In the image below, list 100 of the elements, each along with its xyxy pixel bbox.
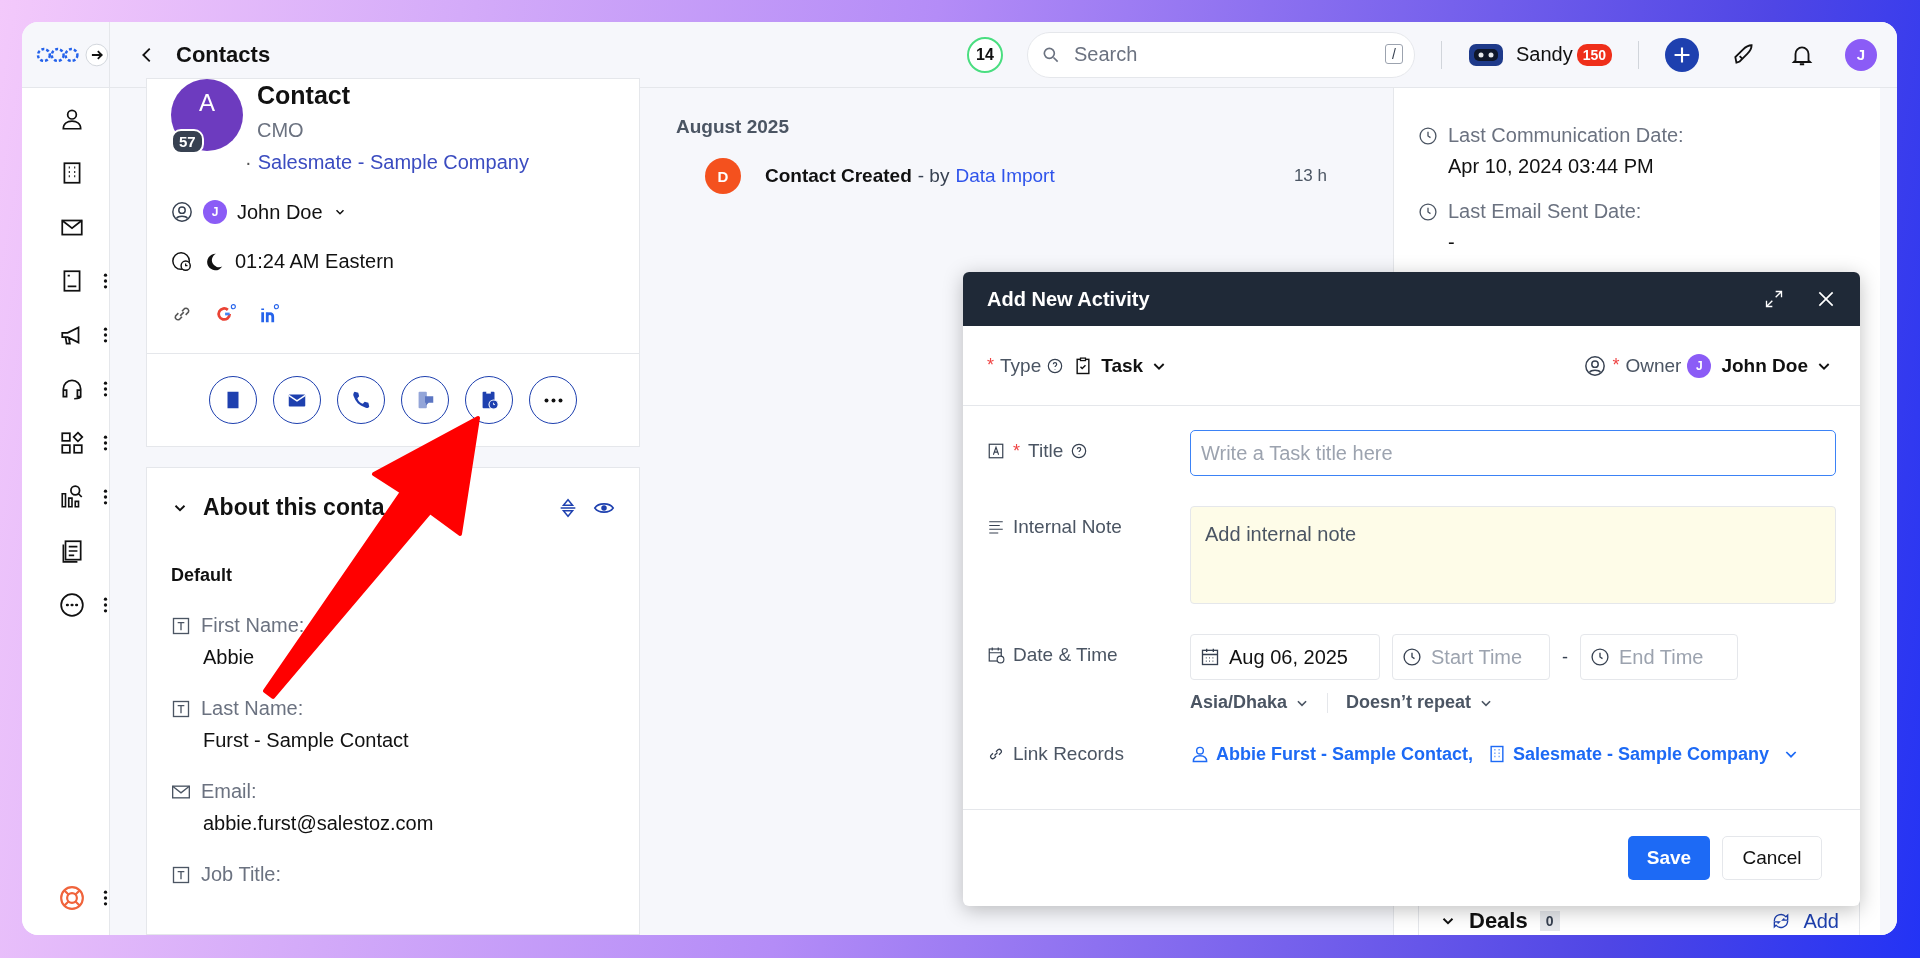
owner-label: Owner bbox=[1625, 354, 1682, 377]
owner-avatar: J bbox=[203, 200, 227, 224]
task-action-button[interactable] bbox=[465, 376, 513, 424]
section-title[interactable]: About this conta bbox=[203, 494, 385, 521]
internal-note-field[interactable]: Add internal note bbox=[1190, 506, 1836, 604]
clock-icon bbox=[1418, 125, 1438, 146]
date-field[interactable]: Aug 06, 2025 bbox=[1190, 634, 1380, 680]
more-icon bbox=[543, 397, 563, 403]
detail-label: Last Email Sent Date: bbox=[1448, 200, 1642, 223]
separator-dot: · bbox=[245, 151, 252, 174]
apps-icon[interactable] bbox=[59, 430, 85, 456]
section-title[interactable]: Deals bbox=[1469, 908, 1528, 934]
calendar-icon bbox=[1200, 647, 1220, 667]
user-circle-icon bbox=[1584, 354, 1607, 377]
event-time: 13 h bbox=[1293, 166, 1327, 186]
required-mark: * bbox=[1013, 440, 1020, 462]
points-badge: 150 bbox=[1576, 43, 1612, 66]
range-separator: - bbox=[1562, 646, 1568, 668]
email-action-button[interactable] bbox=[273, 376, 321, 424]
kebab-menu-icon[interactable] bbox=[103, 380, 108, 398]
close-icon[interactable] bbox=[1816, 289, 1836, 309]
add-link[interactable]: Add bbox=[1803, 909, 1839, 933]
type-label: Type bbox=[1000, 354, 1042, 377]
event-title: Contact Created bbox=[765, 165, 912, 187]
event-source-link[interactable]: Data Import bbox=[955, 165, 1055, 187]
dialog-title: Add New Activity bbox=[987, 287, 1150, 311]
company-link[interactable]: Salesmate - Sample Company bbox=[257, 151, 529, 174]
field-label: Email: bbox=[201, 780, 257, 803]
sms-action-button[interactable] bbox=[401, 376, 449, 424]
detail-value: Apr 10, 2024 03:44 PM bbox=[1447, 155, 1655, 178]
event-by-text: - by bbox=[917, 165, 950, 187]
globe-clock-icon bbox=[171, 250, 193, 273]
clock-icon bbox=[1590, 647, 1610, 667]
count-badge: 0 bbox=[1539, 911, 1560, 931]
page-title: Contacts bbox=[176, 41, 271, 68]
title-label: Title bbox=[1028, 440, 1064, 462]
linked-record[interactable]: Salesmate - Sample Company bbox=[1513, 743, 1770, 765]
user-avatar[interactable]: J bbox=[1845, 38, 1877, 71]
text-field-icon bbox=[171, 615, 191, 636]
group-heading: Default bbox=[171, 565, 233, 586]
text-field-icon bbox=[171, 864, 191, 885]
linked-record[interactable]: Abbie Furst - Sample Contact, bbox=[1216, 743, 1474, 765]
note-action-button[interactable] bbox=[209, 376, 257, 424]
kebab-menu-icon[interactable] bbox=[103, 488, 108, 506]
clock-icon bbox=[1402, 647, 1422, 667]
save-button[interactable]: Save bbox=[1628, 836, 1710, 880]
shortcut-key: / bbox=[1385, 43, 1403, 64]
detail-value: - bbox=[1447, 231, 1456, 254]
calendar-clock-icon bbox=[987, 646, 1005, 664]
title-field-icon bbox=[987, 442, 1005, 460]
note-label: Internal Note bbox=[1013, 516, 1122, 538]
start-time-field[interactable]: Start Time bbox=[1392, 634, 1550, 680]
report-search-icon[interactable] bbox=[59, 484, 85, 510]
more-action-button[interactable] bbox=[529, 376, 577, 424]
date-time-label: Date & Time bbox=[1013, 644, 1118, 666]
kebab-menu-icon[interactable] bbox=[103, 596, 108, 614]
plus-icon[interactable] bbox=[1665, 37, 1699, 72]
kebab-menu-icon[interactable] bbox=[103, 326, 108, 344]
repeat-dropdown[interactable]: Doesn’t repeat bbox=[1346, 692, 1494, 713]
counter-badge[interactable]: 14 bbox=[966, 36, 1003, 73]
score-badge: 57 bbox=[171, 129, 204, 154]
field-label: First Name: bbox=[201, 614, 305, 637]
end-time-field[interactable]: End Time bbox=[1580, 634, 1738, 680]
local-time: 01:24 AM Eastern bbox=[235, 250, 394, 273]
help-icon[interactable] bbox=[1047, 357, 1064, 374]
required-mark: * bbox=[987, 355, 994, 376]
month-heading: August 2025 bbox=[676, 116, 790, 138]
field-value: Furst - Sample Contact bbox=[202, 729, 410, 752]
person-icon bbox=[1190, 744, 1210, 764]
kebab-menu-icon[interactable] bbox=[103, 272, 108, 290]
help-icon[interactable] bbox=[1071, 443, 1088, 459]
timezone-dropdown[interactable]: Asia/Dhaka bbox=[1190, 692, 1310, 713]
kebab-menu-icon[interactable] bbox=[103, 889, 108, 907]
user-name[interactable]: Sandy bbox=[1515, 43, 1573, 66]
kebab-menu-icon[interactable] bbox=[103, 434, 108, 452]
more-circle-icon[interactable] bbox=[59, 592, 85, 618]
title-input[interactable]: Write a Task title here bbox=[1190, 430, 1836, 476]
phone-icon bbox=[350, 389, 372, 411]
lines-icon bbox=[987, 518, 1005, 536]
cancel-button[interactable]: Cancel bbox=[1722, 836, 1822, 880]
user-circle-icon bbox=[171, 201, 193, 223]
linkedin-search-icon[interactable] bbox=[259, 303, 281, 325]
robot-icon[interactable] bbox=[1467, 41, 1504, 68]
call-action-button[interactable] bbox=[337, 376, 385, 424]
field-label: Job Title: bbox=[201, 863, 282, 886]
clock-icon bbox=[1418, 201, 1438, 222]
contact-name: Contact bbox=[257, 81, 352, 110]
owner-dropdown[interactable]: John Doe bbox=[1717, 354, 1836, 377]
owner-name[interactable]: John Doe bbox=[237, 200, 323, 224]
job-title: CMO bbox=[257, 119, 305, 142]
type-dropdown[interactable]: Task bbox=[1069, 354, 1172, 377]
owner-avatar: J bbox=[1687, 353, 1712, 378]
required-mark: * bbox=[1612, 355, 1620, 376]
detail-label: Last Communication Date: bbox=[1448, 124, 1684, 147]
expand-icon[interactable] bbox=[1764, 289, 1784, 309]
text-field-icon bbox=[171, 698, 191, 719]
event-avatar: D bbox=[705, 158, 741, 194]
lifebuoy-icon[interactable] bbox=[59, 885, 85, 911]
field-value: Abbie bbox=[202, 646, 256, 669]
field-value: abbie.furst@salestoz.com bbox=[202, 812, 435, 835]
